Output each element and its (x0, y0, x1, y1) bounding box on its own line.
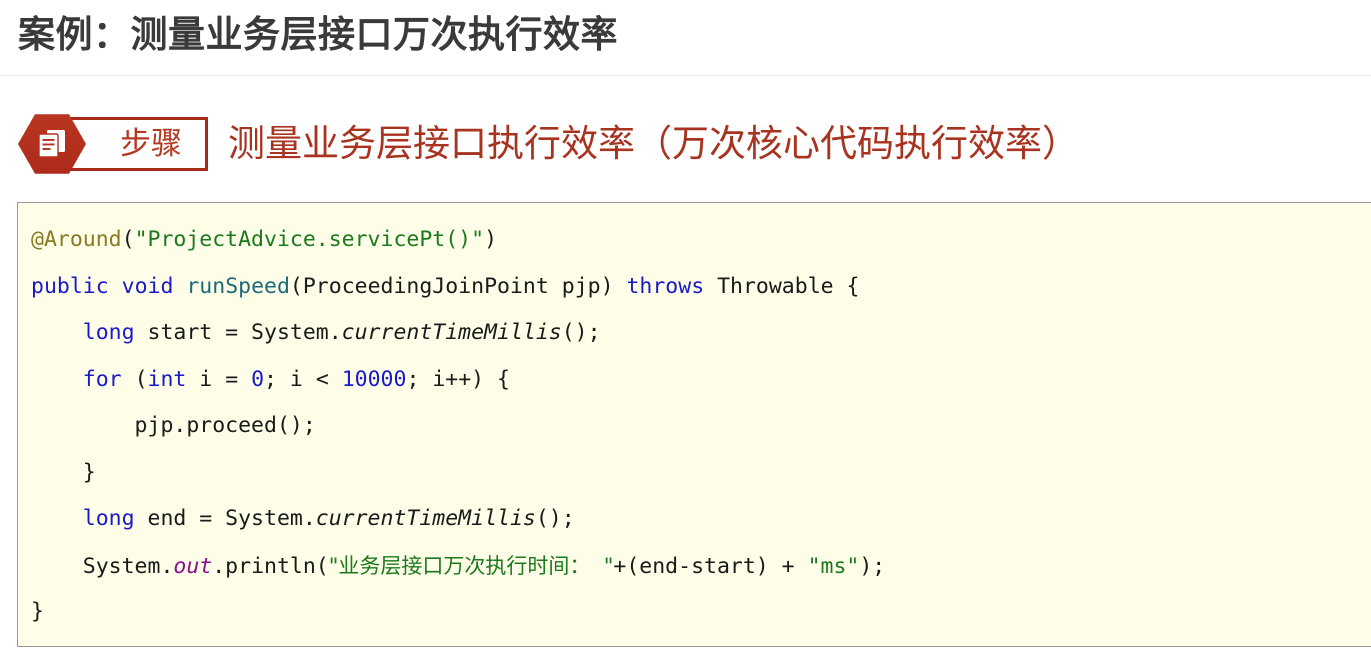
step-label: 步骤 (120, 126, 182, 161)
code-token: end = System. (134, 506, 316, 531)
code-token: (ProceedingJoinPoint pjp) (289, 273, 627, 299)
code-token: +(end-start) + (613, 553, 808, 579)
code-token: 10000 (341, 366, 407, 392)
code-line: System.out.println("业务层接口万次执行时间： "+(end-… (31, 543, 1371, 590)
code-token: 0 (251, 366, 265, 392)
code-token: ; i++) { (406, 366, 511, 392)
code-token: out (173, 553, 213, 579)
code-line: long end = System.currentTimeMillis(); (31, 496, 1371, 543)
code-token: currentTimeMillis (315, 506, 536, 531)
code-line: } (31, 450, 1371, 497)
code-token: void (121, 273, 174, 299)
code-token: Throwable { (704, 273, 860, 299)
code-token: currentTimeMillis (341, 320, 562, 345)
code-token: ) (484, 227, 498, 252)
code-block: @Around("ProjectAdvice.servicePt()") publ… (17, 202, 1371, 647)
code-line: } (31, 589, 1371, 636)
code-token: System. (31, 553, 174, 579)
code-line: public void runSpeed(ProceedingJoinPoint… (31, 264, 1371, 311)
code-lines: @Around("ProjectAdvice.servicePt()") publ… (31, 217, 1371, 636)
step-header-row: 步骤 测量业务层接口执行效率（万次核心代码执行效率） (0, 104, 1371, 188)
code-token: .println( (212, 553, 329, 579)
code-token: long (82, 506, 135, 531)
code-token: public (31, 273, 109, 299)
code-token: ( (121, 366, 148, 392)
document-list-icon (38, 130, 65, 158)
code-token: for (82, 366, 122, 392)
code-token: "ProjectAdvice.servicePt()" (134, 227, 485, 252)
code-token: "ms" (807, 553, 860, 579)
code-token: ; i < (264, 366, 342, 392)
code-line: @Around("ProjectAdvice.servicePt()") (31, 217, 1371, 264)
step-heading: 测量业务层接口执行效率（万次核心代码执行效率） (228, 123, 1079, 164)
code-line: long start = System.currentTimeMillis(); (31, 310, 1371, 357)
page-title: 案例：测量业务层接口万次执行效率 (18, 14, 618, 55)
code-token: (); (561, 320, 601, 345)
code-token: ); (859, 553, 886, 579)
code-line: pjp.proceed(); (31, 403, 1371, 450)
code-token: int (147, 366, 187, 392)
code-token: } (31, 459, 96, 485)
code-line: for (int i = 0; i < 10000; i++) { (31, 357, 1371, 404)
code-token: (); (535, 506, 575, 531)
code-token: i = (186, 366, 252, 392)
code-token: start = System. (134, 320, 342, 345)
code-token: ( (121, 227, 135, 252)
code-token: runSpeed (186, 273, 290, 299)
code-token: pjp.proceed(); (31, 413, 316, 438)
code-token: } (31, 599, 44, 624)
code-token: "业务层接口万次执行时间： " (328, 553, 614, 578)
code-token: @Around (31, 227, 122, 252)
code-token: long (82, 320, 135, 345)
code-token: throws (626, 273, 705, 299)
title-bar: 案例：测量业务层接口万次执行效率 (0, 0, 1371, 76)
page-root: 案例：测量业务层接口万次执行效率 步骤 测量业务层接口执行效率（万次核心代码执行… (0, 0, 1371, 657)
step-badge: 步骤 (18, 113, 208, 175)
